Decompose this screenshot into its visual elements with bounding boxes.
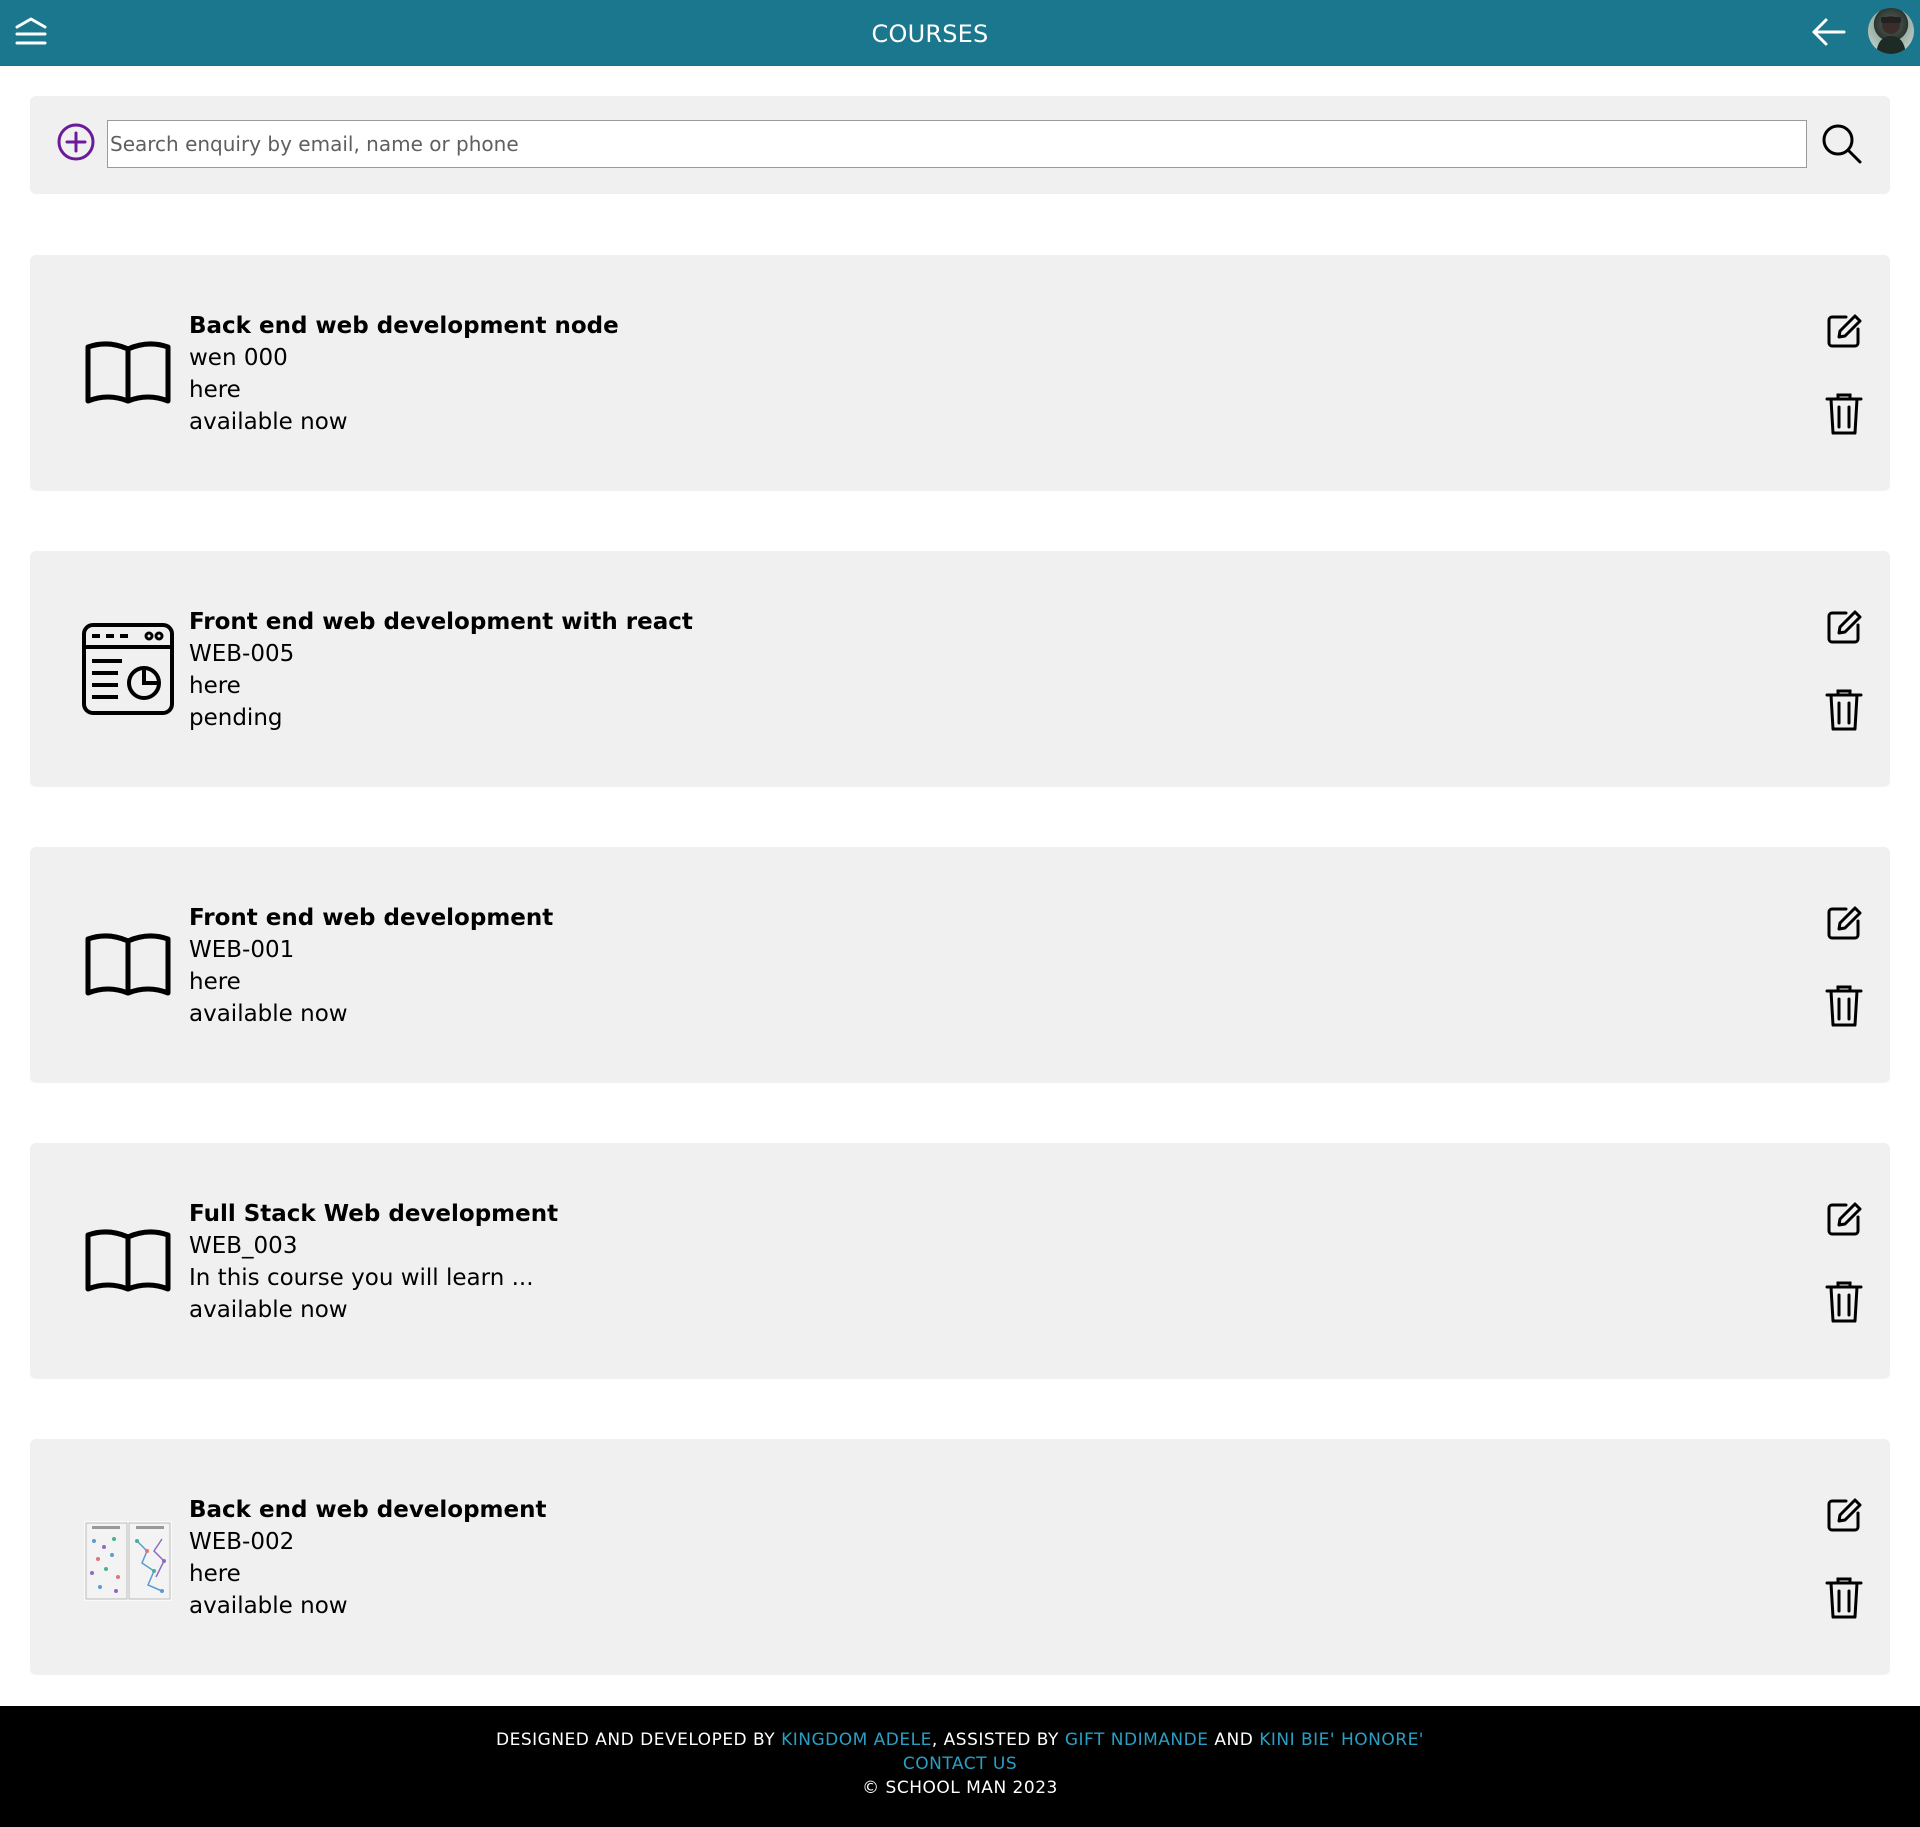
course-status: available now [189, 409, 348, 435]
assistant-link-1[interactable]: GIFT NDIMANDE [1065, 1730, 1209, 1750]
course-name: Full Stack Web development [189, 1201, 559, 1227]
copyright-text: © SCHOOL MAN 2023 [862, 1778, 1058, 1798]
footer: DESIGNED AND DEVELOPED BY KINGDOM ADELE,… [0, 1706, 1920, 1827]
course-description: here [189, 673, 241, 699]
trash-icon[interactable] [1824, 1575, 1864, 1621]
course-card[interactable]: Back end web development WEB-002 here av… [30, 1439, 1890, 1675]
and-label: AND [1208, 1730, 1260, 1750]
designed-by-label: DESIGNED AND DEVELOPED BY [496, 1730, 782, 1750]
course-code: WEB-002 [189, 1529, 295, 1555]
edit-icon[interactable] [1824, 607, 1864, 647]
top-app-bar: COURSES [0, 0, 1920, 66]
course-card[interactable]: Full Stack Web development WEB_003 In th… [30, 1143, 1890, 1379]
search-panel [30, 96, 1890, 194]
user-avatar[interactable] [1868, 8, 1914, 54]
course-description: here [189, 969, 241, 995]
trash-icon[interactable] [1824, 687, 1864, 733]
course-thumbnail-image [82, 1511, 174, 1603]
course-description: here [189, 1561, 241, 1587]
course-status: pending [189, 705, 283, 731]
open-book-icon [82, 327, 174, 419]
course-code: WEB-005 [189, 641, 295, 667]
web-dashboard-icon [82, 623, 174, 715]
open-book-icon [82, 919, 174, 1011]
course-description: here [189, 377, 241, 403]
course-name: Back end web development [189, 1497, 547, 1523]
contact-us-link[interactable]: CONTACT US [903, 1754, 1017, 1774]
course-name: Front end web development with react [189, 609, 693, 635]
course-card[interactable]: Back end web development node wen 000 he… [30, 255, 1890, 491]
arrow-left-icon[interactable] [1810, 14, 1848, 50]
course-card[interactable]: Front end web development WEB-001 here a… [30, 847, 1890, 1083]
assisted-by-label: , ASSISTED BY [931, 1730, 1065, 1750]
course-name: Front end web development [189, 905, 554, 931]
course-card[interactable]: Front end web development with react WEB… [30, 551, 1890, 787]
course-name: Back end web development node [189, 313, 619, 339]
open-book-icon [82, 1215, 174, 1307]
search-icon[interactable] [1820, 122, 1864, 166]
trash-icon[interactable] [1824, 391, 1864, 437]
course-status: available now [189, 1593, 348, 1619]
course-code: wen 000 [189, 345, 288, 371]
trash-icon[interactable] [1824, 1279, 1864, 1325]
edit-icon[interactable] [1824, 1199, 1864, 1239]
assistant-link-2[interactable]: KINI BIE' HONORE' [1259, 1730, 1424, 1750]
trash-icon[interactable] [1824, 983, 1864, 1029]
developer-link[interactable]: KINGDOM ADELE [781, 1730, 932, 1750]
course-code: WEB_003 [189, 1233, 298, 1259]
plus-circle-icon[interactable] [56, 122, 96, 162]
edit-icon[interactable] [1824, 1495, 1864, 1535]
course-status: available now [189, 1001, 348, 1027]
page-title: COURSES [871, 20, 989, 48]
course-code: WEB-001 [189, 937, 295, 963]
edit-icon[interactable] [1824, 903, 1864, 943]
course-status: available now [189, 1297, 348, 1323]
credits-line: DESIGNED AND DEVELOPED BY KINGDOM ADELE,… [0, 1728, 1920, 1752]
search-input[interactable] [107, 120, 1807, 168]
edit-icon[interactable] [1824, 311, 1864, 351]
course-description: In this course you will learn ... [189, 1265, 534, 1291]
